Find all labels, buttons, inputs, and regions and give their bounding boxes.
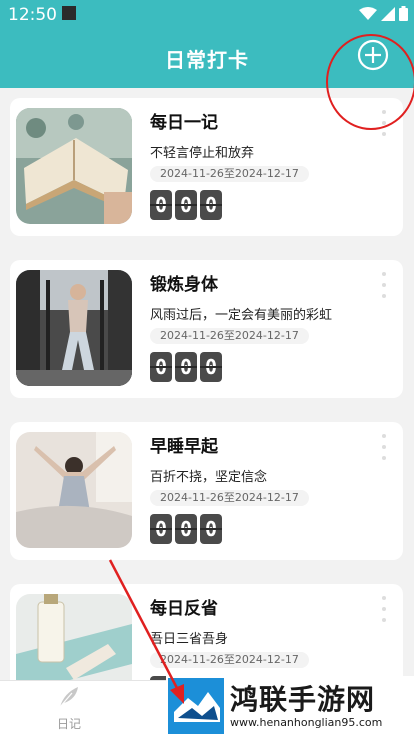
notification-icon [62, 6, 76, 20]
system-icons [359, 6, 408, 21]
habit-card[interactable]: 锻炼身体 风雨过后，一定会有美丽的彩虹 2024-11-26至2024-12-1… [10, 260, 403, 398]
tab-diary-label: 日记 [56, 717, 81, 731]
habit-card[interactable]: 每日一记 不轻言停止和放弃 2024-11-26至2024-12-17 0 0 … [10, 98, 403, 236]
streak-counter: 0 0 0 [150, 190, 222, 220]
site-logo-icon [168, 678, 224, 734]
streak-counter: 0 0 0 [150, 514, 222, 544]
counter-digit: 0 [150, 514, 172, 544]
more-options-icon[interactable] [381, 596, 387, 622]
add-habit-button[interactable] [356, 38, 390, 72]
more-options-icon[interactable] [381, 110, 387, 136]
date-range: 2024-11-26至2024-12-17 [150, 490, 309, 506]
feather-icon [59, 687, 78, 708]
counter-digit: 0 [150, 352, 172, 382]
watermark-url: www.henanhonglian95.com [230, 716, 383, 729]
counter-digit: 0 [200, 514, 222, 544]
signal-icon [381, 6, 395, 21]
watermark-brand: 鸿联手游网 [230, 683, 376, 716]
watermark: 鸿联手游网 www.henanhonglian95.com [166, 676, 414, 736]
more-options-icon[interactable] [381, 434, 387, 460]
waking-photo [16, 432, 132, 548]
wifi-icon [359, 6, 377, 20]
habit-motto: 不轻言停止和放弃 [150, 146, 255, 161]
habit-name: 锻炼身体 [150, 275, 218, 295]
habit-motto: 吾日三省吾身 [150, 632, 229, 647]
gym-photo [16, 270, 132, 386]
counter-digit: 0 [175, 514, 197, 544]
counter-digit: 0 [175, 190, 197, 220]
habit-motto: 风雨过后，一定会有美丽的彩虹 [150, 308, 333, 323]
counter-digit: 0 [150, 190, 172, 220]
habit-name: 每日一记 [150, 113, 218, 133]
habit-card[interactable]: 早睡早起 百折不挠，坚定信念 2024-11-26至2024-12-17 0 0… [10, 422, 403, 560]
book-photo [16, 108, 132, 224]
status-bar: 12:50 [0, 0, 414, 30]
date-range: 2024-11-26至2024-12-17 [150, 328, 309, 344]
habit-motto: 百折不挠，坚定信念 [150, 470, 268, 485]
counter-digit: 0 [175, 352, 197, 382]
habit-name: 早睡早起 [150, 437, 218, 457]
date-range: 2024-11-26至2024-12-17 [150, 166, 309, 182]
app-bar: 日常打卡 [0, 30, 414, 88]
date-range: 2024-11-26至2024-12-17 [150, 652, 309, 668]
counter-digit: 0 [200, 190, 222, 220]
battery-icon [399, 6, 408, 21]
status-time: 12:50 [8, 5, 57, 25]
streak-counter: 0 0 0 [150, 352, 222, 382]
habit-name: 每日反省 [150, 599, 218, 619]
counter-digit: 0 [200, 352, 222, 382]
more-options-icon[interactable] [381, 272, 387, 298]
page-title: 日常打卡 [165, 48, 249, 72]
tab-diary[interactable]: 日记 [44, 685, 94, 732]
